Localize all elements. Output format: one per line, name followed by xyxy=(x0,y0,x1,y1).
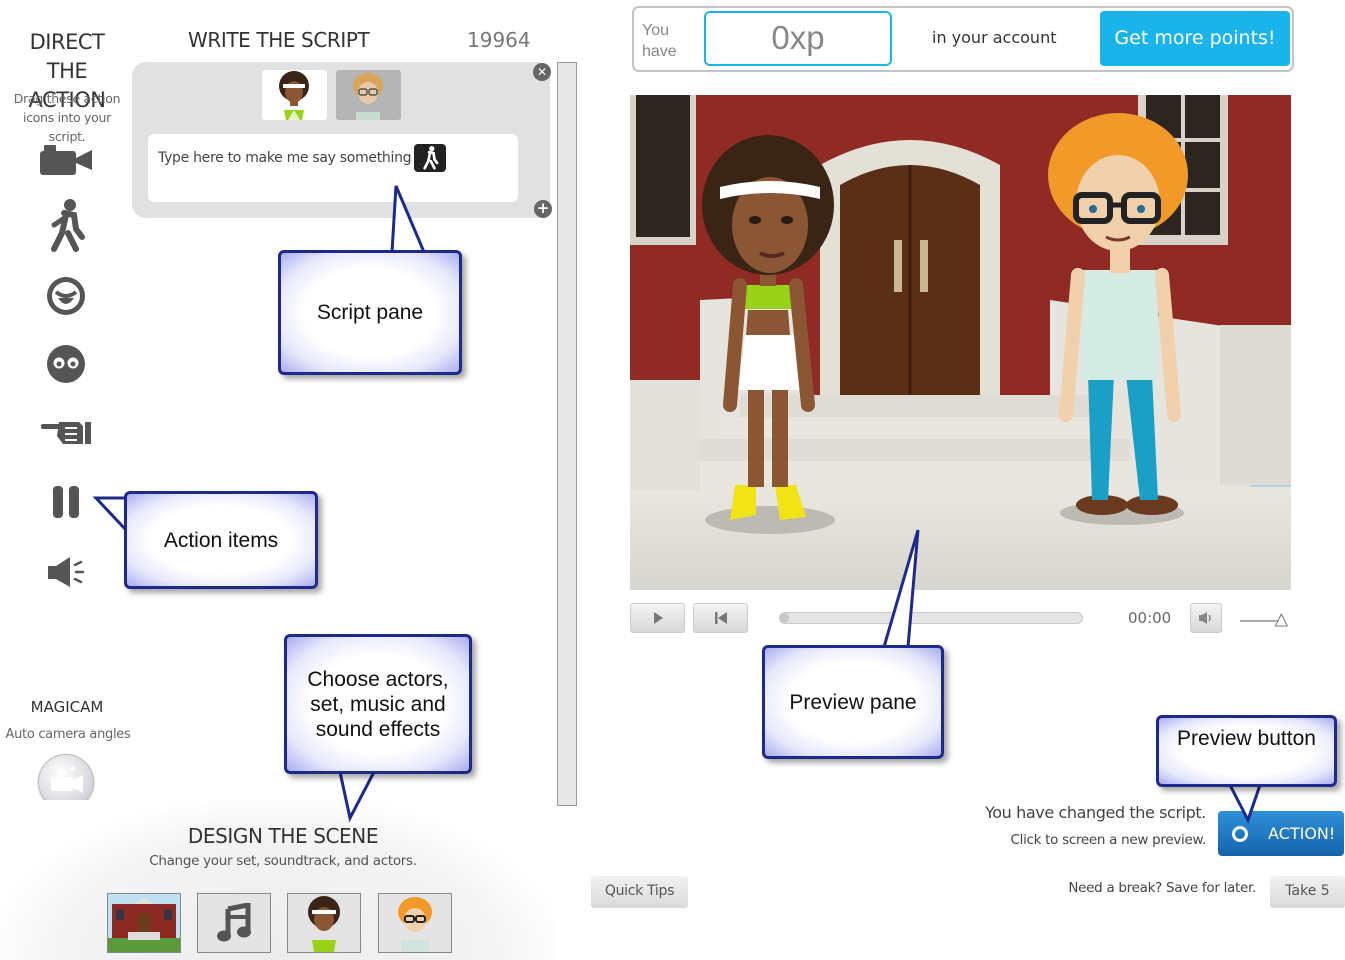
preview-button-callout: Preview button xyxy=(1156,715,1337,787)
action-items-callout: Action items xyxy=(124,491,318,589)
choose-actors-callout: Choose actors, set, music and sound effe… xyxy=(284,634,472,774)
play-icon xyxy=(653,612,663,624)
add-line-icon[interactable]: + xyxy=(534,200,552,218)
in-account-label: in your account xyxy=(932,28,1057,47)
script-line-box[interactable] xyxy=(148,134,518,202)
design-the-scene-title: DESIGN THE SCENE xyxy=(187,824,379,848)
close-icon[interactable]: ✕ xyxy=(533,63,551,81)
smiley-face-icon[interactable] xyxy=(36,270,96,322)
get-more-points-button[interactable]: Get more points! xyxy=(1100,11,1290,66)
actor-girl-avatar xyxy=(279,71,309,120)
set-thumbnail xyxy=(108,894,180,952)
magicam-title: MAGICAM xyxy=(30,698,104,716)
click-preview-hint: Click to screen a new preview. xyxy=(1010,832,1207,848)
magicam-subtitle: Auto camera angles xyxy=(5,727,131,742)
choose-actor-girl-button[interactable] xyxy=(287,893,361,953)
preview-pane xyxy=(630,95,1291,590)
script-changed-message: You have changed the script. xyxy=(985,803,1206,822)
walking-person-icon[interactable] xyxy=(36,199,96,252)
you-have-label: You have xyxy=(642,22,677,60)
take-5-button[interactable]: Take 5 xyxy=(1270,876,1345,908)
actor-tab-girl[interactable] xyxy=(262,70,327,120)
preview-pane-callout: Preview pane xyxy=(762,645,944,759)
speaker-icon[interactable] xyxy=(36,546,96,598)
script-line-input[interactable]: Type here to make me say something xyxy=(158,150,412,166)
choose-set-button[interactable] xyxy=(107,893,181,953)
script-count: 19964 xyxy=(467,28,531,52)
actor-girl-thumbnail xyxy=(308,896,340,952)
volume-slider[interactable] xyxy=(1238,612,1292,628)
choose-actor-boy-button[interactable] xyxy=(378,893,452,953)
actor-boy-thumbnail xyxy=(398,897,432,952)
write-the-script-title: WRITE THE SCRIPT xyxy=(188,28,370,52)
need-break-label: Need a break? Save for later. xyxy=(1068,880,1256,896)
volume-button[interactable] xyxy=(1190,603,1222,633)
xp-value: 0xp xyxy=(704,11,892,66)
seek-progress xyxy=(780,613,790,623)
actor-boy-avatar xyxy=(353,73,383,120)
script-pane-callout: Script pane xyxy=(278,250,462,375)
time-display: 00:00 xyxy=(1128,609,1172,627)
choose-music-button[interactable] xyxy=(197,893,271,953)
eyes-face-icon[interactable] xyxy=(36,338,96,390)
seek-bar[interactable] xyxy=(779,612,1083,624)
loading-ring-icon xyxy=(1232,825,1248,842)
pause-icon[interactable] xyxy=(36,476,96,528)
walk-action-badge[interactable] xyxy=(414,144,446,172)
design-the-scene-subtitle: Change your set, soundtrack, and actors. xyxy=(149,853,417,869)
music-note-icon xyxy=(217,903,251,942)
play-button[interactable] xyxy=(630,603,685,633)
scene-image xyxy=(630,95,1291,590)
speaker-icon xyxy=(1199,612,1211,624)
quick-tips-button[interactable]: Quick Tips xyxy=(591,876,688,908)
rewind-button[interactable] xyxy=(693,603,748,633)
skip-back-icon xyxy=(714,612,727,624)
action-preview-label: ACTION! xyxy=(1268,824,1336,843)
walking-person-icon xyxy=(423,146,439,170)
video-camera-icon[interactable] xyxy=(36,134,96,186)
actor-tab-boy[interactable] xyxy=(336,70,401,120)
script-scrollbar[interactable] xyxy=(557,62,577,806)
action-preview-button[interactable]: ACTION! xyxy=(1218,811,1344,856)
pointing-hand-icon[interactable] xyxy=(36,406,96,458)
